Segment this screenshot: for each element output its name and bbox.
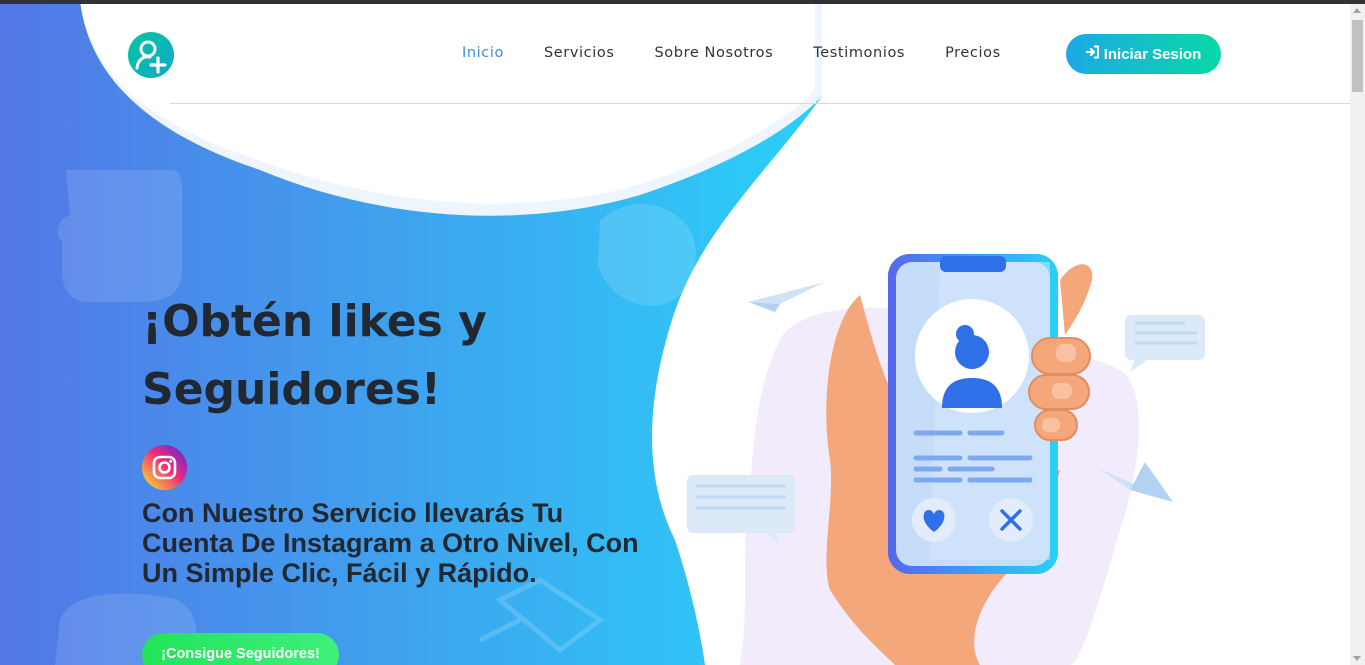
page-scrollbar[interactable] (1350, 4, 1365, 665)
nav-link-sobre-nosotros[interactable]: Sobre Nosotros (655, 45, 774, 61)
phone-illustration (687, 254, 1205, 665)
paper-plane-left-icon (748, 282, 825, 304)
navbar-divider (170, 103, 1350, 104)
user-plus-icon (135, 40, 167, 74)
login-button-label: Iniciar Sesion (1103, 45, 1202, 63)
sign-in-icon (1085, 45, 1100, 63)
navbar: Inicio Servicios Sobre Nosotros Testimon… (0, 4, 1350, 104)
nav-link-testimonios[interactable]: Testimonios (813, 45, 905, 61)
instagram-icon (142, 445, 187, 490)
get-followers-button[interactable]: ¡Consigue Seguidores! (142, 633, 339, 665)
hero-title-line-2: Seguidores! (142, 364, 441, 415)
nav-link-precios[interactable]: Precios (945, 45, 1001, 61)
browser-top-border (0, 0, 1365, 4)
nav-links: Inicio Servicios Sobre Nosotros Testimon… (462, 45, 1041, 61)
chat-bubble-left-icon (687, 475, 795, 533)
hero-title: ¡Obtén likes y Seguidores! (142, 288, 562, 424)
nav-link-servicios[interactable]: Servicios (544, 45, 615, 61)
hero-title-line-1: ¡Obtén likes y (142, 296, 487, 347)
nav-link-inicio[interactable]: Inicio (462, 45, 504, 61)
logo[interactable] (128, 32, 174, 78)
scroll-down-icon[interactable] (1353, 656, 1361, 661)
login-button[interactable]: Iniciar Sesion (1066, 34, 1221, 74)
hero-subtitle: Con Nuestro Servicio llevarás Tu Cuenta … (142, 498, 639, 588)
scrollbar-thumb[interactable] (1352, 20, 1363, 92)
scroll-up-icon[interactable] (1353, 8, 1361, 13)
